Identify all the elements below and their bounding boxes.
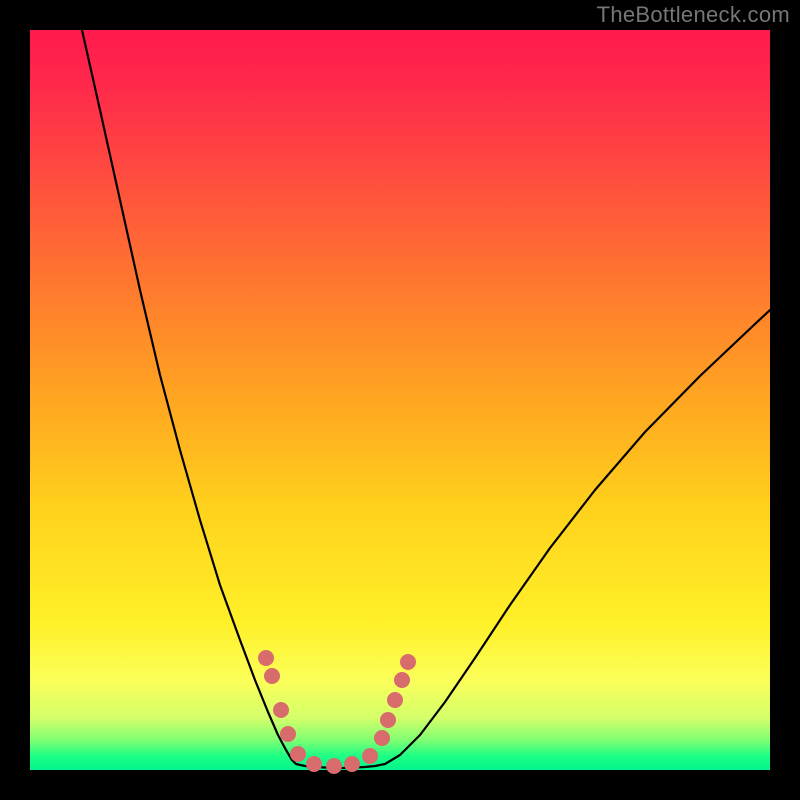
chart-svg — [30, 30, 770, 770]
plot-area — [30, 30, 770, 770]
outer-frame: TheBottleneck.com — [0, 0, 800, 800]
bead — [387, 692, 403, 708]
bead — [280, 726, 296, 742]
bead — [380, 712, 396, 728]
watermark-text: TheBottleneck.com — [597, 2, 790, 28]
bead — [273, 702, 289, 718]
bead — [290, 746, 306, 762]
bead — [306, 756, 322, 772]
bead — [258, 650, 274, 666]
beads-cluster — [258, 650, 416, 774]
bead — [344, 756, 360, 772]
bead — [394, 672, 410, 688]
bead — [264, 668, 280, 684]
v-curve — [82, 30, 770, 768]
bead — [400, 654, 416, 670]
bead — [374, 730, 390, 746]
bead — [362, 748, 378, 764]
bead — [326, 758, 342, 774]
